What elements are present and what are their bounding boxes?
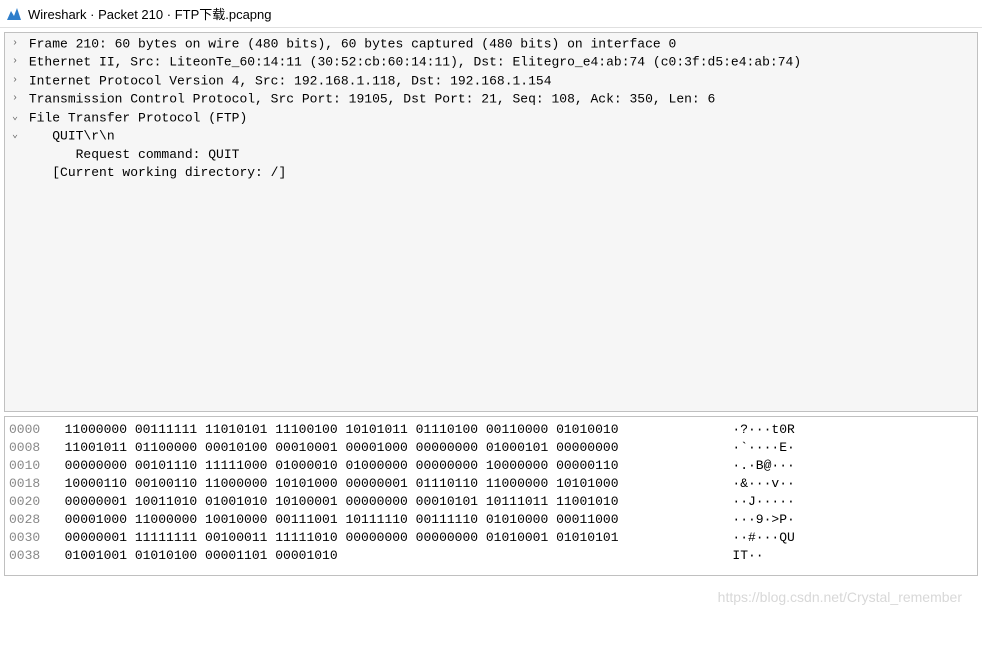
hex-row[interactable]: 0030 00000001 11111111 00100011 11111010… <box>9 529 973 547</box>
hex-bits: 11001011 01100000 00010100 00010001 0000… <box>49 439 709 457</box>
hex-ascii: ··#···QU <box>709 529 973 547</box>
hex-offset: 0008 <box>9 439 49 457</box>
tree-item-text: Internet Protocol Version 4, Src: 192.16… <box>29 73 552 88</box>
tree-item[interactable]: › Transmission Control Protocol, Src Por… <box>5 90 977 108</box>
packet-label: Packet 210 <box>98 7 163 22</box>
title-bar: Wireshark · Packet 210 · FTP下载.pcapng <box>0 0 982 28</box>
hex-offset: 0028 <box>9 511 49 529</box>
window-title: Wireshark · Packet 210 · FTP下载.pcapng <box>28 4 272 23</box>
chevron-right-icon[interactable]: › <box>9 72 21 90</box>
tree-item[interactable]: › Frame 210: 60 bytes on wire (480 bits)… <box>5 35 977 53</box>
hex-bits: 00000000 00101110 11111000 01000010 0100… <box>49 457 709 475</box>
hex-offset: 0020 <box>9 493 49 511</box>
hex-row[interactable]: 0000 11000000 00111111 11010101 11100100… <box>9 421 973 439</box>
hex-row[interactable]: 0018 10000110 00100110 11000000 10101000… <box>9 475 973 493</box>
hex-offset: 0000 <box>9 421 49 439</box>
hex-bits: 01001001 01010100 00001101 00001010 <box>49 547 709 565</box>
hex-ascii: IT·· <box>709 547 973 565</box>
hex-bits: 00000001 11111111 00100011 11111010 0000… <box>49 529 709 547</box>
chevron-right-icon[interactable]: › <box>9 35 21 53</box>
hex-offset: 0038 <box>9 547 49 565</box>
tree-item[interactable]: ⌄ File Transfer Protocol (FTP) <box>5 109 977 127</box>
hex-bits: 11000000 00111111 11010101 11100100 1010… <box>49 421 709 439</box>
hex-ascii: ·?···t0R <box>709 421 973 439</box>
hex-ascii: ·.·B@··· <box>709 457 973 475</box>
chevron-down-icon[interactable]: ⌄ <box>9 109 21 127</box>
app-name: Wireshark <box>28 7 87 22</box>
chevron-down-icon[interactable]: ⌄ <box>9 127 21 145</box>
hex-bits: 00001000 11000000 10010000 00111001 1011… <box>49 511 709 529</box>
hex-ascii: ·&···v·· <box>709 475 973 493</box>
hex-bits: 00000001 10011010 01001010 10100001 0000… <box>49 493 709 511</box>
hex-row[interactable]: 0008 11001011 01100000 00010100 00010001… <box>9 439 973 457</box>
hex-ascii: ··J····· <box>709 493 973 511</box>
tree-item-text: Ethernet II, Src: LiteonTe_60:14:11 (30:… <box>29 55 801 70</box>
hex-row[interactable]: 0020 00000001 10011010 01001010 10100001… <box>9 493 973 511</box>
tree-item-text: Transmission Control Protocol, Src Port:… <box>29 92 716 107</box>
tree-item[interactable]: [Current working directory: /] <box>5 164 977 182</box>
packet-bytes-pane[interactable]: 0000 11000000 00111111 11010101 11100100… <box>4 416 978 576</box>
packet-details-pane[interactable]: › Frame 210: 60 bytes on wire (480 bits)… <box>4 32 978 412</box>
wireshark-icon <box>6 6 22 22</box>
tree-item-text: [Current working directory: /] <box>29 165 286 180</box>
tree-item-text: Frame 210: 60 bytes on wire (480 bits), … <box>29 36 677 51</box>
tree-item[interactable]: › Internet Protocol Version 4, Src: 192.… <box>5 72 977 90</box>
hex-row[interactable]: 0010 00000000 00101110 11111000 01000010… <box>9 457 973 475</box>
hex-bits: 10000110 00100110 11000000 10101000 0000… <box>49 475 709 493</box>
hex-row[interactable]: 0038 01001001 01010100 00001101 00001010… <box>9 547 973 565</box>
hex-offset: 0018 <box>9 475 49 493</box>
hex-row[interactable]: 0028 00001000 11000000 10010000 00111001… <box>9 511 973 529</box>
tree-item-text: Request command: QUIT <box>29 147 240 162</box>
hex-ascii: ···9·>P· <box>709 511 973 529</box>
hex-offset: 0030 <box>9 529 49 547</box>
tree-item[interactable]: Request command: QUIT <box>5 146 977 164</box>
hex-ascii: ·`····E· <box>709 439 973 457</box>
chevron-right-icon[interactable]: › <box>9 53 21 71</box>
hex-offset: 0010 <box>9 457 49 475</box>
file-name: FTP下载.pcapng <box>175 7 272 22</box>
tree-item-text: File Transfer Protocol (FTP) <box>29 110 247 125</box>
tree-item[interactable]: › Ethernet II, Src: LiteonTe_60:14:11 (3… <box>5 53 977 71</box>
tree-item-text: QUIT\r\n <box>29 129 115 144</box>
chevron-right-icon[interactable]: › <box>9 90 21 108</box>
watermark-text: https://blog.csdn.net/Crystal_remember <box>718 589 962 605</box>
tree-item[interactable]: ⌄ QUIT\r\n <box>5 127 977 145</box>
